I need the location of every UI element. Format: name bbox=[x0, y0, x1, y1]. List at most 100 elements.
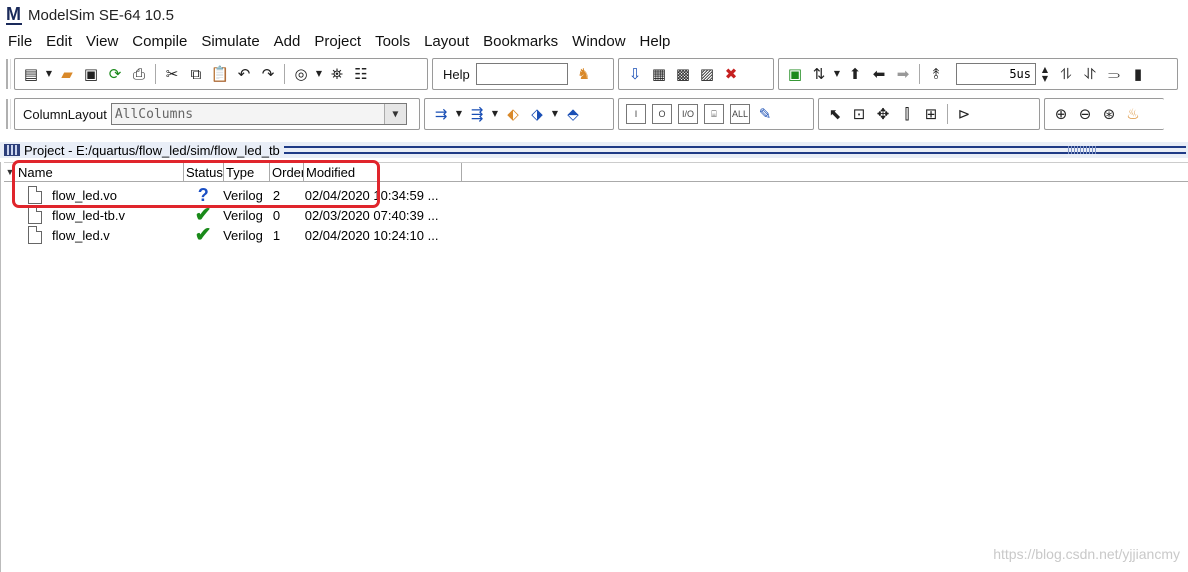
edit-mode-icon[interactable]: ⊞ bbox=[921, 104, 941, 124]
column-layout-select[interactable]: AllColumns ▼ bbox=[110, 103, 407, 125]
outline-icon[interactable]: ☷ bbox=[351, 64, 371, 84]
filter-input-button[interactable]: I bbox=[626, 104, 646, 124]
dropdown-arrow-icon[interactable]: ▼ bbox=[491, 104, 499, 124]
menu-window[interactable]: Window bbox=[566, 33, 631, 50]
column-name-header[interactable]: Name bbox=[16, 163, 184, 181]
undo-icon[interactable]: ↶ bbox=[234, 64, 254, 84]
file-name: flow_led.v bbox=[52, 227, 110, 243]
zoom-in-icon[interactable]: ⊕ bbox=[1051, 104, 1071, 124]
help-search-input[interactable] bbox=[475, 63, 568, 85]
add-dataflow-icon[interactable]: ⬗ bbox=[527, 104, 547, 124]
column-status-header[interactable]: Status bbox=[184, 163, 224, 181]
file-type: Verilog bbox=[223, 207, 263, 223]
menu-edit[interactable]: Edit bbox=[40, 33, 78, 50]
sort-arrow-icon[interactable]: ▼ bbox=[4, 163, 16, 181]
menu-tools[interactable]: Tools bbox=[369, 33, 416, 50]
add-log-icon[interactable]: ⬘ bbox=[563, 104, 583, 124]
compile-all-icon[interactable]: ▦ bbox=[649, 64, 669, 84]
help-search-icon[interactable]: ♞ bbox=[574, 64, 594, 84]
insert-cursor-icon[interactable]: ⫿ bbox=[897, 104, 917, 124]
dropdown-arrow-icon[interactable]: ▼ bbox=[315, 64, 323, 84]
zoom-full-icon[interactable]: ⊛ bbox=[1099, 104, 1119, 124]
menu-compile[interactable]: Compile bbox=[126, 33, 193, 50]
compile-file-icon[interactable]: ⇩ bbox=[625, 64, 645, 84]
project-pane-title: Project - E:/quartus/flow_led/sim/flow_l… bbox=[24, 142, 284, 158]
column-layout-label: ColumnLayout bbox=[23, 106, 107, 122]
zoom-cursor-icon[interactable]: ♨ bbox=[1123, 104, 1143, 124]
toolbar-separator bbox=[919, 64, 920, 84]
continue-run-icon[interactable]: ⥯ bbox=[1080, 64, 1100, 84]
zoom-out-icon[interactable]: ⊖ bbox=[1075, 104, 1095, 124]
break-icon[interactable]: ✖ bbox=[721, 64, 741, 84]
menu-layout[interactable]: Layout bbox=[418, 33, 475, 50]
restart-icon[interactable]: ⥉ bbox=[926, 64, 946, 84]
menu-simulate[interactable]: Simulate bbox=[195, 33, 265, 50]
add-wave-icon[interactable]: ▣ bbox=[785, 64, 805, 84]
toolbar-grip[interactable] bbox=[6, 99, 10, 129]
add-signal-icon[interactable]: ⇉ bbox=[431, 104, 451, 124]
dropdown-arrow-icon[interactable]: ▼ bbox=[455, 104, 463, 124]
file-type: Verilog bbox=[223, 187, 263, 203]
file-row[interactable]: flow_led.v ✔ Verilog 1 02/04/2020 10:24:… bbox=[4, 225, 464, 245]
simulate-icon[interactable]: ▨ bbox=[697, 64, 717, 84]
file-modified: 02/04/2020 10:24:10 ... bbox=[304, 227, 439, 243]
dropdown-arrow-icon[interactable]: ▼ bbox=[833, 64, 841, 84]
chevron-down-icon[interactable]: ▼ bbox=[383, 104, 406, 124]
toolbar-grip[interactable] bbox=[6, 59, 10, 89]
select-pointer-icon[interactable]: ⬉ bbox=[825, 104, 845, 124]
run-length-input[interactable] bbox=[956, 63, 1036, 85]
save-icon[interactable]: ▣ bbox=[81, 64, 101, 84]
project-pane-titlebar[interactable]: Project - E:/quartus/flow_led/sim/flow_l… bbox=[0, 142, 1188, 158]
file-type: Verilog bbox=[223, 227, 263, 243]
up-arrow-icon[interactable]: ⬆ bbox=[845, 64, 865, 84]
zoom-mode-icon[interactable]: ⊡ bbox=[849, 104, 869, 124]
run-icon[interactable]: ⥮ bbox=[1056, 64, 1076, 84]
help-toolbar: Help ♞ bbox=[432, 58, 614, 90]
project-window-icon bbox=[4, 144, 20, 156]
filter-all-button[interactable]: ALL bbox=[730, 104, 750, 124]
run-all-icon[interactable]: ⥰ bbox=[1104, 64, 1124, 84]
menu-help[interactable]: Help bbox=[634, 33, 677, 50]
menu-bookmarks[interactable]: Bookmarks bbox=[477, 33, 564, 50]
file-row[interactable]: flow_led.vo ? Verilog 2 02/04/2020 10:34… bbox=[4, 185, 464, 205]
redo-icon[interactable]: ↷ bbox=[258, 64, 278, 84]
reload-icon[interactable]: ⟳ bbox=[105, 64, 125, 84]
menu-file[interactable]: File bbox=[2, 33, 38, 50]
dropdown-arrow-icon[interactable]: ▼ bbox=[45, 64, 53, 84]
modelsim-logo-icon bbox=[6, 4, 22, 25]
new-file-icon[interactable]: ▤ bbox=[21, 64, 41, 84]
open-folder-icon[interactable]: ▰ bbox=[57, 64, 77, 84]
column-modified-header[interactable]: Modified bbox=[304, 163, 462, 181]
pane-grip-icon[interactable] bbox=[1068, 146, 1096, 154]
compile-order-icon[interactable]: ▩ bbox=[673, 64, 693, 84]
filter-internal-icon[interactable]: ⌸ bbox=[704, 104, 724, 124]
object-filter-toolbar: I O I/O ⌸ ALL ✎ bbox=[618, 98, 814, 130]
cut-icon[interactable]: ✂ bbox=[162, 64, 182, 84]
menu-project[interactable]: Project bbox=[308, 33, 367, 50]
back-arrow-icon[interactable]: ⬅ bbox=[869, 64, 889, 84]
filter-inout-button[interactable]: I/O bbox=[678, 104, 698, 124]
copy-icon[interactable]: ⧉ bbox=[186, 64, 206, 84]
file-row[interactable]: flow_led-tb.v ✔ Verilog 0 02/03/2020 07:… bbox=[4, 205, 464, 225]
add-wave-icon[interactable]: ⇶ bbox=[467, 104, 487, 124]
filter-output-button[interactable]: O bbox=[652, 104, 672, 124]
print-icon[interactable]: ⎙ bbox=[129, 64, 149, 84]
dropdown-arrow-icon[interactable]: ▼ bbox=[551, 104, 559, 124]
wave-add-toolbar: ⇉ ▼ ⇶ ▼ ⬖ ⬗ ▼ ⬘ bbox=[424, 98, 614, 130]
pan-icon[interactable]: ✥ bbox=[873, 104, 893, 124]
run-length-spinner-icon[interactable]: ▲ ▼ bbox=[1039, 64, 1051, 84]
menu-add[interactable]: Add bbox=[268, 33, 307, 50]
column-type-header[interactable]: Type bbox=[224, 163, 270, 181]
paste-icon[interactable]: 📋 bbox=[210, 64, 230, 84]
compile-icon[interactable]: ◎ bbox=[291, 64, 311, 84]
step-icon[interactable]: ⇅ bbox=[809, 64, 829, 84]
find-binoculars-icon[interactable]: ⛯ bbox=[327, 64, 347, 84]
filter-magic-icon[interactable]: ✎ bbox=[755, 104, 775, 124]
project-column-header: ▼ Name Status Type Order Modified bbox=[4, 162, 1188, 182]
wave-compare-icon[interactable]: ⊳ bbox=[954, 104, 974, 124]
stop-icon[interactable]: ▮ bbox=[1128, 64, 1148, 84]
column-order-header[interactable]: Order bbox=[270, 163, 304, 181]
menu-view[interactable]: View bbox=[80, 33, 124, 50]
add-list-icon[interactable]: ⬖ bbox=[503, 104, 523, 124]
forward-arrow-icon[interactable]: ➡ bbox=[893, 64, 913, 84]
